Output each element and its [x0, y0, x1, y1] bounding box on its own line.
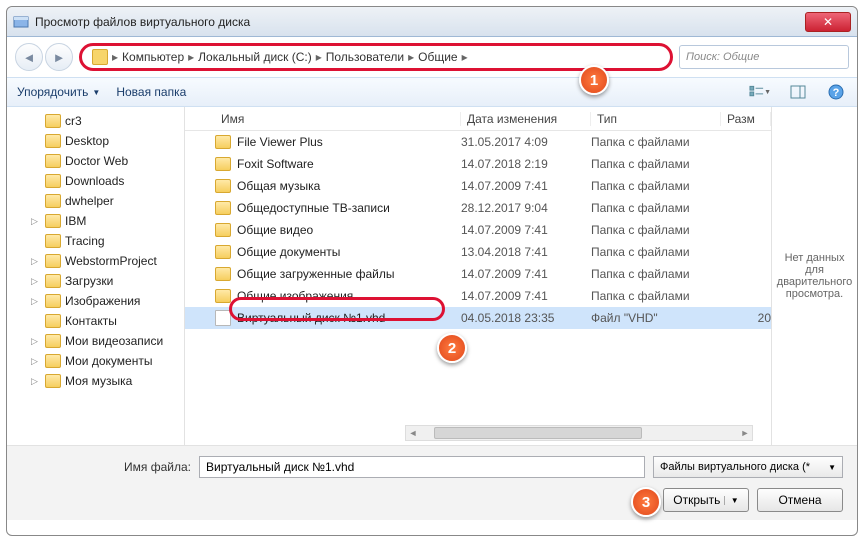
- folder-icon: [45, 134, 61, 148]
- filename-label: Имя файла:: [21, 460, 191, 474]
- tree-item[interactable]: ▷Мои документы: [7, 351, 184, 371]
- dialog-footer: Имя файла: Файлы виртуального диска (*▼ …: [7, 445, 857, 520]
- search-input[interactable]: Поиск: Общие: [679, 45, 849, 69]
- col-name[interactable]: Имя: [215, 112, 461, 126]
- col-size[interactable]: Разм: [721, 112, 771, 126]
- col-modified[interactable]: Дата изменения: [461, 112, 591, 126]
- col-type[interactable]: Тип: [591, 112, 721, 126]
- nav-row: ◄ ► ▸ Компьютер▸ Локальный диск (C:)▸ По…: [7, 37, 857, 77]
- organize-button[interactable]: Упорядочить ▼: [17, 85, 100, 99]
- new-folder-button[interactable]: Новая папка: [116, 85, 186, 99]
- file-row[interactable]: Общие документы13.04.2018 7:41Папка с фа…: [185, 241, 771, 263]
- tree-item[interactable]: dwhelper: [7, 191, 184, 211]
- folder-icon: [45, 334, 61, 348]
- file-row[interactable]: File Viewer Plus31.05.2017 4:09Папка с ф…: [185, 131, 771, 153]
- address-bar[interactable]: ▸ Компьютер▸ Локальный диск (C:)▸ Пользо…: [79, 43, 673, 71]
- folder-icon: [45, 274, 61, 288]
- file-row[interactable]: Общие изображения14.07.2009 7:41Папка с …: [185, 285, 771, 307]
- breadcrumb-segment[interactable]: Локальный диск (C:): [198, 50, 312, 64]
- tree-item[interactable]: ▷Изображения: [7, 291, 184, 311]
- tree-item[interactable]: ▷WebstormProject: [7, 251, 184, 271]
- forward-button[interactable]: ►: [45, 43, 73, 71]
- file-row[interactable]: Foxit Software14.07.2018 2:19Папка с фай…: [185, 153, 771, 175]
- folder-icon: [215, 201, 231, 215]
- breadcrumb-segment[interactable]: Пользователи: [326, 50, 404, 64]
- folder-icon: [45, 194, 61, 208]
- folder-icon: [45, 114, 61, 128]
- help-button[interactable]: ?: [825, 83, 847, 101]
- column-headers[interactable]: Имя Дата изменения Тип Разм: [185, 107, 771, 131]
- folder-icon: [45, 234, 61, 248]
- preview-pane: Нет данных для дварительного просмотра.: [771, 107, 857, 445]
- annotation-callout-3: 3: [631, 487, 661, 517]
- tree-item[interactable]: ▷Загрузки: [7, 271, 184, 291]
- cancel-button[interactable]: Отмена: [757, 488, 843, 512]
- preview-pane-button[interactable]: [787, 83, 809, 101]
- filetype-filter[interactable]: Файлы виртуального диска (*▼: [653, 456, 843, 478]
- folder-icon: [45, 154, 61, 168]
- folder-icon: [45, 354, 61, 368]
- folder-icon: [215, 157, 231, 171]
- folder-icon: [215, 223, 231, 237]
- folder-icon: [45, 294, 61, 308]
- open-button[interactable]: Открыть ▼: [663, 488, 749, 512]
- breadcrumb-segment[interactable]: Компьютер: [122, 50, 184, 64]
- close-button[interactable]: ✕: [805, 12, 851, 32]
- folder-tree[interactable]: cr3DesktopDoctor WebDownloadsdwhelper▷IB…: [7, 107, 185, 445]
- file-row[interactable]: Общие загруженные файлы14.07.2009 7:41Па…: [185, 263, 771, 285]
- folder-icon: [45, 174, 61, 188]
- folder-icon: [215, 267, 231, 281]
- file-row[interactable]: Общие видео14.07.2009 7:41Папка с файлам…: [185, 219, 771, 241]
- svg-text:?: ?: [833, 87, 840, 99]
- file-row[interactable]: Общедоступные ТВ-записи28.12.2017 9:04Па…: [185, 197, 771, 219]
- folder-icon: [92, 49, 108, 65]
- tree-item[interactable]: Desktop: [7, 131, 184, 151]
- file-icon: [215, 310, 231, 326]
- folder-icon: [45, 314, 61, 328]
- filename-input[interactable]: [199, 456, 645, 478]
- breadcrumb-segment[interactable]: Общие: [418, 50, 457, 64]
- tree-item[interactable]: Downloads: [7, 171, 184, 191]
- tree-item[interactable]: ▷Мои видеозаписи: [7, 331, 184, 351]
- folder-icon: [215, 135, 231, 149]
- file-row[interactable]: Общая музыка14.07.2009 7:41Папка с файла…: [185, 175, 771, 197]
- folder-icon: [45, 214, 61, 228]
- app-icon: [13, 14, 29, 30]
- folder-icon: [45, 374, 61, 388]
- toolbar: Упорядочить ▼ Новая папка ▼ ?: [7, 77, 857, 107]
- tree-item[interactable]: cr3: [7, 111, 184, 131]
- horizontal-scrollbar[interactable]: ◄►: [405, 425, 753, 441]
- folder-icon: [215, 245, 231, 259]
- window-title: Просмотр файлов виртуального диска: [35, 15, 805, 29]
- tree-item[interactable]: Doctor Web: [7, 151, 184, 171]
- folder-icon: [215, 289, 231, 303]
- back-button[interactable]: ◄: [15, 43, 43, 71]
- file-list[interactable]: Имя Дата изменения Тип Разм File Viewer …: [185, 107, 771, 445]
- view-mode-button[interactable]: ▼: [749, 83, 771, 101]
- tree-item[interactable]: Контакты: [7, 311, 184, 331]
- tree-item[interactable]: Tracing: [7, 231, 184, 251]
- tree-item[interactable]: ▷Моя музыка: [7, 371, 184, 391]
- folder-icon: [215, 179, 231, 193]
- tree-item[interactable]: ▷IBM: [7, 211, 184, 231]
- annotation-callout-2: 2: [437, 333, 467, 363]
- annotation-callout-1: 1: [579, 65, 609, 95]
- folder-icon: [45, 254, 61, 268]
- titlebar: Просмотр файлов виртуального диска ✕: [7, 7, 857, 37]
- search-placeholder: Поиск: Общие: [686, 51, 759, 63]
- file-row[interactable]: Виртуальный диск №1.vhd04.05.2018 23:35Ф…: [185, 307, 771, 329]
